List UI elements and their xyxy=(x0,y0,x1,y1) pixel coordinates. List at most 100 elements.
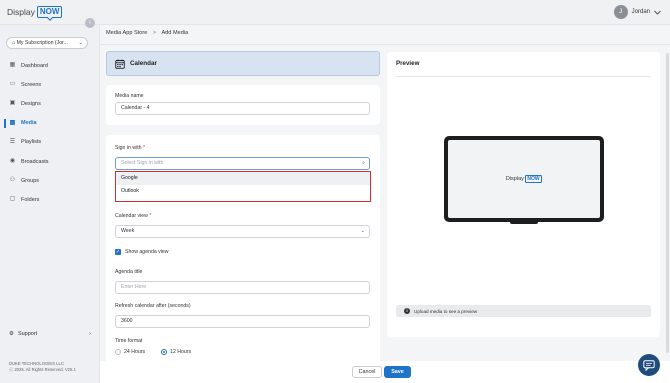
checkmark-icon: ✓ xyxy=(115,249,121,255)
breadcrumb-current: Add Media xyxy=(161,30,189,36)
broadcasts-icon: ◉ xyxy=(9,158,16,165)
subscription-select[interactable]: ⌂ My Subscription (Jor... ⌄ xyxy=(6,37,88,49)
sidebar-item-groups[interactable]: ⚇ Groups xyxy=(0,171,100,190)
sidebar-item-media[interactable]: ▩ Media xyxy=(0,114,100,133)
radio-12-hours[interactable]: 12 Hours xyxy=(161,349,191,355)
header-divider xyxy=(100,44,670,45)
radio-24-label: 24 Hours xyxy=(124,349,146,355)
radio-12-label: 12 Hours xyxy=(170,349,192,355)
sidebar-item-label: Media xyxy=(21,120,37,127)
required-mark: * xyxy=(142,145,146,151)
designs-icon: ▣ xyxy=(9,100,16,107)
upload-message: Upload media to see a preview xyxy=(414,308,478,314)
show-agenda-label: Show agenda view xyxy=(125,249,169,255)
preview-panel: Preview Display NOW i Upload media to se… xyxy=(387,52,660,337)
sign-in-dropdown: Google Outlook xyxy=(115,171,371,202)
logo-now-text: NOW xyxy=(36,6,63,18)
sidebar-item-label: Designs xyxy=(21,100,41,107)
sidebar-item-label: Playlists xyxy=(21,139,42,146)
footer-rights: ⓒ 2025. All Rights Reserved. V25.1 xyxy=(9,367,76,372)
breadcrumb-parent[interactable]: Media App Store xyxy=(106,30,147,36)
sidebar-item-screens[interactable]: ▭ Screens xyxy=(0,75,100,94)
preview-divider xyxy=(396,76,651,77)
chevron-left-icon: ‹ xyxy=(88,19,92,26)
sidebar-item-playlists[interactable]: ☰ Playlists xyxy=(0,133,100,152)
sign-in-placeholder: Select Sign in with xyxy=(121,160,164,166)
sign-in-select[interactable]: Select Sign in with ⌕ xyxy=(115,157,370,170)
preview-logo-display: Display xyxy=(505,176,524,182)
required-mark: * xyxy=(149,213,152,219)
chat-button[interactable] xyxy=(638,354,660,376)
save-button[interactable]: Save xyxy=(384,366,411,378)
tablet-stand xyxy=(510,221,538,224)
calendar-view-select[interactable]: Week ⌄ xyxy=(115,225,370,238)
sidebar-item-designs[interactable]: ▣ Designs xyxy=(0,94,100,113)
refresh-input[interactable]: 3600 xyxy=(115,315,370,328)
scrollbar[interactable] xyxy=(666,53,669,353)
option-outlook[interactable]: Outlook xyxy=(116,185,370,198)
preview-title: Preview xyxy=(396,60,420,67)
refresh-label: Refresh calendar after (seconds) xyxy=(115,303,191,309)
gear-icon: ⚙ xyxy=(9,331,14,337)
support-label: Support xyxy=(17,331,38,337)
chat-icon xyxy=(643,359,655,371)
sidebar-item-label: Folders xyxy=(21,196,40,203)
tablet-frame: Display NOW xyxy=(444,136,604,222)
search-icon: ⌕ xyxy=(362,160,365,166)
radio-24-hours[interactable]: 24 Hours xyxy=(115,349,145,355)
playlists-icon: ☰ xyxy=(9,138,16,145)
media-icon: ▩ xyxy=(9,119,16,126)
media-name-label: Media name xyxy=(115,93,144,99)
cancel-button[interactable]: Cancel xyxy=(352,366,382,378)
preview-logo: Display NOW xyxy=(505,174,543,184)
time-format-label: Time format xyxy=(115,338,143,344)
breadcrumb: Media App Store > Add Media xyxy=(106,30,188,36)
action-bar: Cancel Save xyxy=(100,361,670,383)
show-agenda-checkbox[interactable]: ✓ Show agenda view xyxy=(115,249,169,255)
dashboard-icon: ▦ xyxy=(9,62,16,69)
app-logo[interactable]: Display NOW xyxy=(7,6,63,18)
media-name-input[interactable]: Calendar - 4 xyxy=(115,102,370,115)
avatar: J xyxy=(613,5,628,19)
agenda-title-label: Agenda title xyxy=(115,269,143,275)
sidebar-item-dashboard[interactable]: ▦ Dashboard xyxy=(0,56,100,75)
preview-logo-now: NOW xyxy=(524,174,543,184)
calendar-view-value: Week xyxy=(121,228,135,234)
user-name: Jordan xyxy=(631,9,650,15)
sidebar-item-label: Groups xyxy=(21,177,40,184)
sidebar-collapse-button[interactable]: ‹ xyxy=(85,18,95,28)
groups-icon: ⚇ xyxy=(9,177,16,184)
chevron-down-icon xyxy=(654,10,661,15)
time-format-radios: 24 Hours 12 Hours xyxy=(115,349,191,355)
sign-in-label: Sign in with * xyxy=(115,145,145,151)
sidebar-item-support[interactable]: ⚙ Support › xyxy=(9,331,91,337)
logo-display-text: Display xyxy=(7,7,35,17)
tablet-screen: Display NOW xyxy=(448,140,600,218)
sidebar-footer: DUKE TECHNOLOGIES LLC ⓒ 2025. All Rights… xyxy=(9,361,76,373)
subscription-label: My Subscription (Jor... xyxy=(16,40,68,46)
sidebar-nav: ▦ Dashboard ▭ Screens ▣ Designs ▩ Media ☰ Pla… xyxy=(0,56,100,210)
sidebar-item-label: Broadcasts xyxy=(21,158,49,165)
sidebar-item-folders[interactable]: ▢ Folders xyxy=(0,190,100,209)
app-header: Calendar xyxy=(106,51,380,76)
media-name-card: Media name Calendar - 4 xyxy=(106,85,380,125)
breadcrumb-separator: > xyxy=(152,30,157,36)
settings-card: Sign in with * Select Sign in with ⌕ Goo… xyxy=(106,135,380,365)
sidebar-item-label: Dashboard xyxy=(21,62,48,69)
chevron-right-icon: › xyxy=(89,331,91,337)
chevron-down-icon: ⌄ xyxy=(360,228,365,234)
calendar-view-label: Calendar view * xyxy=(115,213,151,219)
agenda-title-input[interactable]: Enter Here xyxy=(115,281,370,294)
screens-icon: ▭ xyxy=(9,81,16,88)
sidebar-item-label: Screens xyxy=(21,81,42,88)
option-google[interactable]: Google xyxy=(116,172,370,185)
chevron-down-icon: ⌄ xyxy=(78,40,83,46)
user-menu[interactable]: J Jordan xyxy=(613,5,661,19)
calendar-icon xyxy=(115,59,125,69)
top-bar: Display NOW J Jordan xyxy=(0,0,670,25)
sidebar-item-broadcasts[interactable]: ◉ Broadcasts xyxy=(0,152,100,171)
calendar-view-label-text: Calendar view xyxy=(115,213,148,219)
radio-circle-selected xyxy=(161,349,168,355)
sidebar: ⌂ My Subscription (Jor... ⌄ ▦ Dashboard ▭… xyxy=(0,25,100,383)
info-icon: i xyxy=(404,308,410,314)
